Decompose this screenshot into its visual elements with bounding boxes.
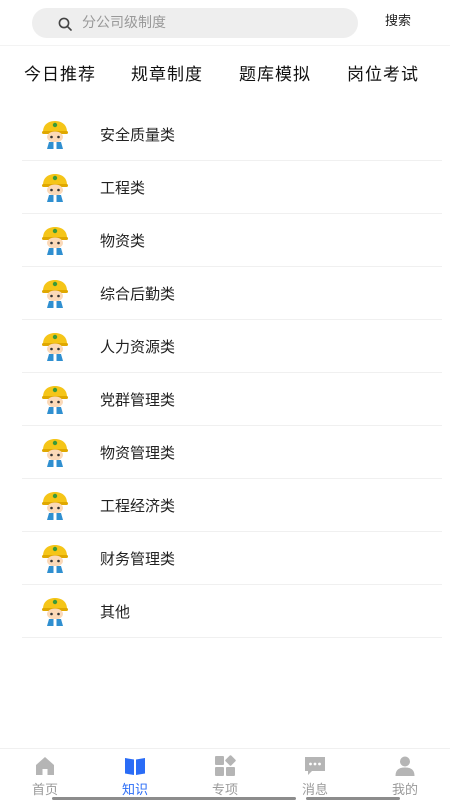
worker-avatar-icon	[40, 225, 70, 255]
list-item[interactable]: 财务管理类	[22, 532, 442, 585]
worker-avatar-icon	[40, 543, 70, 573]
search-icon	[58, 16, 72, 31]
bottom-tab-bar: 首页 知识 专项 消息 我的	[0, 748, 450, 801]
book-icon	[124, 755, 146, 777]
list-item[interactable]: 党群管理类	[22, 373, 442, 426]
list-item-label: 物资类	[100, 231, 146, 250]
worker-avatar-icon	[40, 596, 70, 626]
category-tabs: 今日推荐 规章制度 题库模拟 岗位考试	[0, 52, 450, 92]
list-item[interactable]: 工程经济类	[22, 479, 442, 532]
worker-avatar-icon	[40, 119, 70, 149]
search-box[interactable]	[32, 8, 358, 38]
list-item-label: 其他	[100, 602, 131, 621]
worker-avatar-icon	[40, 278, 70, 308]
list-item[interactable]: 物资管理类	[22, 426, 442, 479]
category-list: 安全质量类工程类物资类综合后勤类人力资源类党群管理类物资管理类工程经济类财务管理…	[22, 108, 442, 638]
list-item[interactable]: 综合后勤类	[22, 267, 442, 320]
list-item-label: 党群管理类	[100, 390, 176, 409]
tab-question-bank[interactable]: 题库模拟	[239, 60, 311, 85]
list-item-label: 综合后勤类	[100, 284, 176, 303]
list-item-label: 物资管理类	[100, 443, 176, 462]
tabbar-label-special: 专项	[211, 783, 238, 798]
grid-icon	[214, 755, 236, 777]
list-item[interactable]: 工程类	[22, 161, 442, 214]
list-item[interactable]: 其他	[22, 585, 442, 638]
tab-today-recommend[interactable]: 今日推荐	[24, 60, 96, 85]
header-divider	[0, 45, 450, 46]
tabbar-item-messages[interactable]: 消息	[270, 749, 360, 801]
worker-avatar-icon	[40, 384, 70, 414]
home-icon	[34, 755, 56, 777]
search-button[interactable]: 搜索	[372, 12, 424, 32]
worker-avatar-icon	[40, 331, 70, 361]
tabbar-label-mine: 我的	[391, 783, 418, 798]
tabbar-item-special[interactable]: 专项	[180, 749, 270, 801]
list-item-label: 财务管理类	[100, 549, 176, 568]
worker-avatar-icon	[40, 490, 70, 520]
tabbar-label-knowledge: 知识	[121, 783, 148, 798]
search-input[interactable]	[82, 15, 322, 31]
list-item-label: 工程经济类	[100, 496, 176, 515]
list-item[interactable]: 物资类	[22, 214, 442, 267]
tabbar-item-knowledge[interactable]: 知识	[90, 749, 180, 801]
tabbar-label-home: 首页	[31, 783, 58, 798]
user-icon	[394, 755, 416, 777]
list-item-label: 安全质量类	[100, 125, 176, 144]
message-icon	[304, 755, 326, 777]
tabbar-item-home[interactable]: 首页	[0, 749, 90, 801]
list-item[interactable]: 人力资源类	[22, 320, 442, 373]
list-item[interactable]: 安全质量类	[22, 108, 442, 161]
tabbar-label-messages: 消息	[301, 783, 328, 798]
search-header: 搜索	[0, 0, 450, 44]
tab-regulations[interactable]: 规章制度	[131, 60, 203, 85]
list-item-label: 人力资源类	[100, 337, 176, 356]
tabbar-item-mine[interactable]: 我的	[360, 749, 450, 801]
worker-avatar-icon	[40, 437, 70, 467]
list-item-label: 工程类	[100, 178, 146, 197]
tab-post-exam[interactable]: 岗位考试	[347, 60, 419, 85]
worker-avatar-icon	[40, 172, 70, 202]
